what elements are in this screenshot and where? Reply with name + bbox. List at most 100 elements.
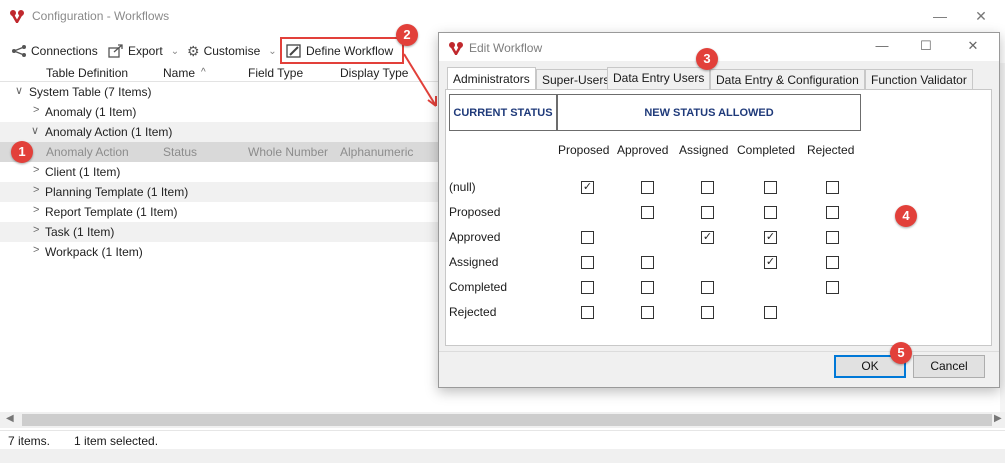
transition-checkbox[interactable]	[764, 306, 777, 319]
callout-badge-2: 2	[396, 24, 418, 46]
row-label-assigned: Assigned	[449, 255, 499, 269]
connections-button[interactable]: Connections	[11, 42, 98, 60]
chevron-right-icon[interactable]: >	[33, 184, 39, 196]
tree-row-label: Workpack (1 Item)	[45, 245, 143, 259]
close-button[interactable]: ✕	[966, 4, 996, 28]
customise-dropdown-icon[interactable]: ⌄	[268, 46, 276, 57]
transition-checkbox[interactable]	[641, 281, 654, 294]
app-logo-icon	[10, 10, 24, 23]
callout-badge-1: 1	[11, 141, 33, 163]
new-status-allowed-header: NEW STATUS ALLOWED	[557, 94, 861, 131]
status-bar: 7 items. 1 item selected.	[0, 430, 1005, 449]
tab-data-entry-configuration[interactable]: Data Entry & Configuration	[710, 69, 865, 89]
current-status-header: CURRENT STATUS	[449, 94, 557, 131]
column-rejected: Rejected	[807, 143, 855, 157]
transition-checkbox[interactable]	[641, 206, 654, 219]
callout-badge-4: 4	[895, 205, 917, 227]
transition-checkbox[interactable]	[581, 256, 594, 269]
row-label-approved: Approved	[449, 230, 501, 244]
horizontal-scrollbar[interactable]: ◀ ▶	[0, 412, 1005, 428]
export-icon	[108, 44, 123, 58]
chevron-right-icon[interactable]: >	[33, 224, 39, 236]
transition-checkbox[interactable]	[826, 181, 839, 194]
row-label-completed: Completed	[449, 280, 508, 294]
customise-label: Customise	[203, 44, 261, 58]
transition-checkbox[interactable]	[581, 231, 594, 244]
tab-data-entry-users[interactable]: Data Entry Users	[607, 67, 711, 91]
transition-checkbox[interactable]	[826, 206, 839, 219]
column-header-field-type[interactable]: Field Type	[248, 66, 303, 80]
dialog-maximize-button[interactable]: ☐	[911, 38, 941, 56]
dialog-minimize-button[interactable]: —	[867, 38, 897, 56]
transition-checkbox[interactable]	[826, 231, 839, 244]
row-label-rejected: Rejected	[449, 305, 497, 319]
column-completed: Completed	[737, 143, 796, 157]
column-header-table-definition[interactable]: Table Definition	[46, 66, 128, 80]
scroll-right-icon[interactable]: ▶	[994, 413, 1002, 424]
chevron-right-icon[interactable]: >	[33, 104, 39, 116]
callout-badge-5: 5	[890, 342, 912, 364]
column-assigned: Assigned	[679, 143, 729, 157]
scroll-left-icon[interactable]: ◀	[6, 413, 14, 424]
window-title: Configuration - Workflows	[32, 9, 170, 23]
sort-ascending-icon: ^	[201, 67, 206, 78]
column-approved: Approved	[617, 143, 669, 157]
dialog-title-bar: Edit Workflow — ☐ ✕	[439, 33, 999, 61]
row-label-proposed: Proposed	[449, 205, 501, 219]
tree-row-label: Anomaly Action (1 Item)	[45, 125, 173, 139]
transition-checkbox[interactable]: ✓	[764, 231, 777, 244]
transition-checkbox[interactable]	[641, 256, 654, 269]
cell-table-definition: Anomaly Action	[46, 145, 129, 159]
transition-checkbox[interactable]	[581, 281, 594, 294]
customise-button[interactable]: ⚙ Customise ⌄	[187, 42, 277, 60]
chevron-down-icon[interactable]: ∨	[15, 84, 23, 97]
chevron-right-icon[interactable]: >	[33, 164, 39, 176]
tree-row-label: Task (1 Item)	[45, 225, 115, 239]
minimize-button[interactable]: —	[925, 4, 955, 28]
transition-checkbox[interactable]	[826, 256, 839, 269]
transition-checkbox[interactable]	[701, 206, 714, 219]
tree-row-label: Anomaly (1 Item)	[45, 105, 137, 119]
tab-function-validator[interactable]: Function Validator	[865, 69, 973, 89]
transition-checkbox[interactable]	[641, 306, 654, 319]
bottom-band	[0, 449, 1005, 463]
transition-checkbox[interactable]: ✓	[701, 231, 714, 244]
transition-checkbox[interactable]	[826, 281, 839, 294]
scrollbar-thumb[interactable]	[22, 414, 992, 426]
item-count-text: 7 items.	[8, 434, 51, 448]
transition-checkbox[interactable]	[764, 181, 777, 194]
cell-display-type: Alphanumeric	[340, 145, 414, 159]
dialog-close-button[interactable]: ✕	[958, 38, 988, 56]
dialog-tabs: Administrators Super-Users Data Entry Us…	[447, 67, 987, 91]
tree-row-label: Planning Template (1 Item)	[45, 185, 189, 199]
transition-checkbox[interactable]	[581, 306, 594, 319]
export-button[interactable]: Export ⌄	[108, 42, 179, 60]
connections-icon	[12, 45, 26, 57]
transition-checkbox[interactable]	[641, 181, 654, 194]
tab-administrators[interactable]: Administrators	[447, 67, 536, 90]
callout-badge-3: 3	[696, 48, 718, 70]
tree-row-label: Report Template (1 Item)	[45, 205, 178, 219]
define-workflow-button[interactable]: Define Workflow	[280, 37, 404, 64]
right-column-strip	[1000, 63, 1005, 413]
transition-checkbox[interactable]: ✓	[581, 181, 594, 194]
cancel-button[interactable]: Cancel	[913, 355, 985, 378]
export-dropdown-icon[interactable]: ⌄	[171, 46, 179, 57]
dialog-title: Edit Workflow	[469, 41, 543, 55]
column-header-display-type[interactable]: Display Type	[340, 66, 408, 80]
chevron-right-icon[interactable]: >	[33, 244, 39, 256]
dialog-separator	[439, 351, 999, 352]
transition-checkbox[interactable]	[701, 281, 714, 294]
row-label-null: (null)	[449, 180, 476, 194]
column-proposed: Proposed	[558, 143, 610, 157]
cell-field-type: Whole Number	[248, 145, 329, 159]
chevron-right-icon[interactable]: >	[33, 204, 39, 216]
tab-super-users[interactable]: Super-Users	[536, 69, 616, 89]
connections-label: Connections	[31, 44, 98, 58]
chevron-down-icon[interactable]: ∨	[31, 124, 39, 137]
column-header-name[interactable]: Name	[163, 66, 195, 80]
transition-checkbox[interactable]	[701, 181, 714, 194]
transition-checkbox[interactable]	[701, 306, 714, 319]
transition-checkbox[interactable]	[764, 206, 777, 219]
transition-checkbox[interactable]: ✓	[764, 256, 777, 269]
